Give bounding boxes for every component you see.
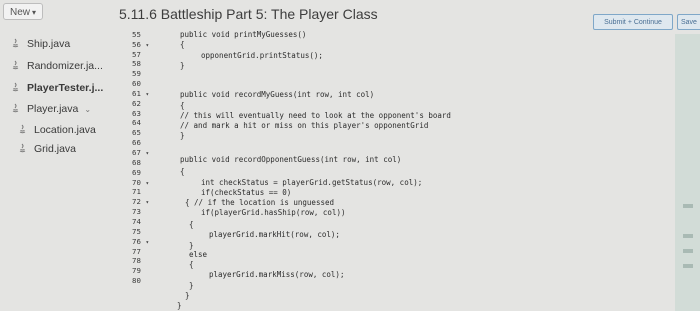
line-number: 74 [132,217,141,226]
code-line: } [180,61,185,70]
line-number: 75 [132,227,141,236]
code-line: } [189,281,194,290]
line-number: 72 ▾ [132,197,166,207]
page-title: 5.11.6 Battleship Part 5: The Player Cla… [119,6,378,22]
line-number: 66 [132,138,141,147]
code-line: public void printMyGuesses() [180,30,307,39]
new-button-label: New [10,7,31,18]
code-line: if(playerGrid.hasShip(row, col)) [201,208,346,217]
line-number: 63 [132,109,141,118]
line-number: 68 [132,158,141,167]
line-number: 56 ▾ [132,40,166,50]
panel-mark [683,264,693,268]
file-item-ship[interactable]: Ship.java [10,36,120,52]
line-number: 62 [132,99,141,108]
file-item-location[interactable]: Location.java [17,122,127,138]
line-number: 73 [132,207,141,216]
code-line: } [185,291,190,300]
code-line: public void recordOpponentGuess(int row,… [180,155,402,164]
file-name: Location.java [34,124,96,136]
code-line: } [189,241,194,250]
line-number: 76 ▾ [132,237,166,247]
code-line: if(checkStatus == 0) [201,188,292,197]
code-line: } [177,301,182,310]
submit-continue-button[interactable]: Submit + Continue [593,14,673,30]
java-file-icon [12,82,19,92]
code-line: { [180,40,185,49]
code-line: { [189,220,194,229]
line-number-value: 56 [132,40,141,49]
code-line: public void recordMyGuess(int row, int c… [180,90,375,99]
code-editor[interactable]: public void printMyGuesses() { opponentG… [165,30,585,311]
code-line: { [180,167,185,176]
new-button[interactable]: New ▾ [3,3,43,20]
fold-arrow-icon[interactable]: ▾ [142,91,150,98]
panel-mark [683,249,693,253]
line-number: 77 [132,247,141,256]
panel-mark [683,204,693,208]
panel-mark [683,234,693,238]
fold-arrow-icon[interactable]: ▾ [142,180,150,187]
java-file-icon [12,103,19,113]
file-item-randomizer[interactable]: Randomizer.ja... [10,58,120,74]
line-number: 78 [132,256,141,265]
line-number-value: 72 [132,197,141,206]
file-name: Grid.java [34,143,77,155]
line-number: 57 [132,50,141,59]
right-panel [675,34,700,311]
file-item-playertester[interactable]: PlayerTester.j... [10,80,120,96]
line-number-value: 70 [132,178,141,187]
file-sidebar: Ship.java Randomizer.ja... PlayerTester.… [0,30,120,311]
file-name: Randomizer.ja... [27,60,103,72]
line-number: 71 [132,187,141,196]
java-file-icon [12,38,19,48]
java-file-icon [12,60,19,70]
line-number-value: 67 [132,148,141,157]
line-number-value: 76 [132,237,141,246]
file-name: PlayerTester.j... [27,82,104,94]
file-item-player[interactable]: Player.java ⌄ [10,101,120,117]
code-line: } [180,131,185,140]
file-name: Player.java [27,103,79,115]
save-button[interactable]: Save [677,14,700,30]
line-number: 69 [132,168,141,177]
line-number: 64 [132,118,141,127]
java-file-icon [19,124,26,134]
fold-arrow-icon[interactable]: ▾ [142,239,150,246]
chevron-down-icon: ▾ [32,8,37,17]
code-line: playerGrid.markHit(row, col); [209,230,340,239]
code-line: { // if the location is unguessed [185,198,335,207]
line-number: 59 [132,69,141,78]
line-number: 70 ▾ [132,178,166,188]
fold-arrow-icon[interactable]: ▾ [142,42,150,49]
file-item-grid[interactable]: Grid.java [17,141,127,157]
line-number: 65 [132,128,141,137]
line-number: 55 [132,30,141,39]
code-line: playerGrid.markMiss(row, col); [209,270,345,279]
line-number-value: 61 [132,89,141,98]
line-number: 60 [132,79,141,88]
line-number: 67 ▾ [132,148,166,158]
file-name: Ship.java [27,38,71,50]
code-line: int checkStatus = playerGrid.getStatus(r… [201,178,423,187]
chevron-down-icon[interactable]: ⌄ [84,105,91,114]
code-line: opponentGrid.printStatus(); [201,51,323,60]
top-bar: New ▾ 5.11.6 Battleship Part 5: The Playe… [0,0,700,30]
java-file-icon [19,143,26,153]
code-line: else [189,250,208,259]
code-line: // this will eventually need to look at … [180,111,451,120]
line-number-gutter: 55 56 ▾ 57 58 59 60 61 ▾ 62 63 64 65 66 … [128,30,164,311]
code-line: { [180,101,185,110]
line-number: 61 ▾ [132,89,166,99]
fold-arrow-icon[interactable]: ▾ [142,150,150,157]
line-number: 79 [132,266,141,275]
code-line: { [189,260,194,269]
line-number: 80 [132,276,141,285]
fold-arrow-icon[interactable]: ▾ [142,199,150,206]
code-line: // and mark a hit or miss on this player… [180,121,429,130]
line-number: 58 [132,59,141,68]
